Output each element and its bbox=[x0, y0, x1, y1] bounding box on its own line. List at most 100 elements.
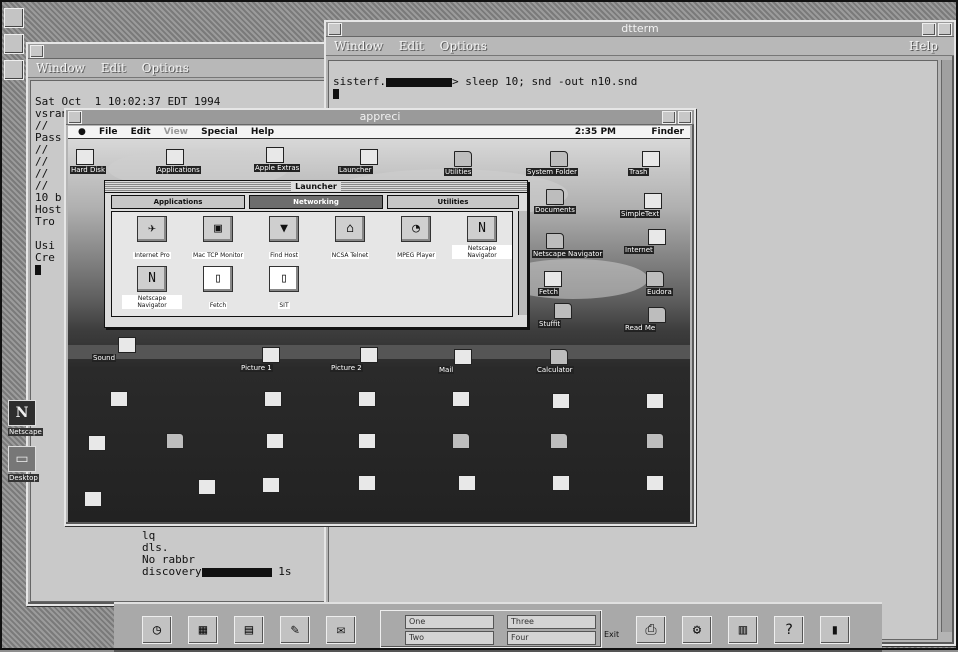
application-icon[interactable] bbox=[454, 349, 472, 365]
window-menu-button[interactable] bbox=[68, 111, 82, 124]
tab-applications[interactable]: Applications bbox=[111, 195, 245, 209]
launcher-item[interactable]: N Netscape Navigator bbox=[452, 216, 512, 261]
menu-options[interactable]: Options bbox=[142, 61, 189, 75]
document-icon[interactable] bbox=[264, 391, 282, 407]
minimize-button[interactable] bbox=[922, 23, 936, 36]
hard-disk-icon[interactable] bbox=[76, 149, 94, 165]
finder-label[interactable]: Finder bbox=[651, 126, 684, 138]
document-icon[interactable] bbox=[644, 193, 662, 209]
menu-window[interactable]: Window bbox=[36, 61, 85, 75]
document-icon[interactable] bbox=[358, 433, 376, 449]
menu-options[interactable]: Options bbox=[440, 39, 487, 53]
workspace-three-button[interactable]: Three bbox=[507, 615, 596, 629]
folder-icon[interactable] bbox=[546, 233, 564, 249]
launcher-title-bar[interactable]: Launcher bbox=[105, 181, 527, 193]
folder-icon[interactable] bbox=[550, 349, 568, 365]
document-icon[interactable] bbox=[266, 433, 284, 449]
document-icon[interactable] bbox=[458, 475, 476, 491]
trash-icon[interactable] bbox=[642, 151, 660, 167]
launcher-icon[interactable] bbox=[360, 149, 378, 165]
folder-icon[interactable] bbox=[646, 271, 664, 287]
style-manager-icon[interactable]: ⚙ bbox=[682, 616, 712, 644]
document-icon[interactable] bbox=[646, 475, 664, 491]
computer-icon[interactable] bbox=[648, 229, 666, 245]
document-icon[interactable] bbox=[84, 491, 102, 507]
menu-edit[interactable]: Edit bbox=[101, 61, 126, 75]
menu-view[interactable]: View bbox=[164, 127, 188, 137]
folder-icon[interactable] bbox=[648, 307, 666, 323]
document-icon[interactable] bbox=[118, 337, 136, 353]
folder-icon[interactable] bbox=[646, 433, 664, 449]
editor-icon[interactable]: ✎ bbox=[280, 616, 310, 644]
minimized-window-icon[interactable] bbox=[4, 8, 24, 28]
document-icon[interactable] bbox=[88, 435, 106, 451]
document-icon[interactable] bbox=[198, 479, 216, 495]
apple-extras-icon[interactable] bbox=[266, 147, 284, 163]
application-icon[interactable] bbox=[262, 347, 280, 363]
help-icon[interactable]: ? bbox=[774, 616, 804, 644]
window-title-bar[interactable]: appreci bbox=[66, 110, 694, 125]
printer-icon[interactable]: ⎙ bbox=[636, 616, 666, 644]
app-manager-icon[interactable]: ▥ bbox=[728, 616, 758, 644]
document-icon[interactable] bbox=[358, 475, 376, 491]
launcher-item[interactable]: ◔ MPEG Player bbox=[386, 216, 446, 261]
document-icon[interactable] bbox=[646, 393, 664, 409]
applications-icon[interactable] bbox=[166, 149, 184, 165]
folder-icon[interactable] bbox=[454, 151, 472, 167]
launcher-item[interactable]: ⌂ NCSA Telnet bbox=[320, 216, 380, 261]
menu-edit[interactable]: Edit bbox=[131, 127, 151, 137]
launcher-item[interactable]: ✈ Internet Pro bbox=[122, 216, 182, 261]
launcher-window[interactable]: Launcher Applications Networking Utiliti… bbox=[104, 180, 528, 328]
desktop-tile-icon[interactable]: ▭ bbox=[8, 446, 36, 472]
launcher-scrollbar[interactable] bbox=[518, 211, 527, 315]
workspace-one-button[interactable]: One bbox=[405, 615, 494, 629]
launcher-item[interactable]: ▣ Mac TCP Monitor bbox=[188, 216, 248, 261]
launcher-item[interactable]: ▯ SIT bbox=[254, 266, 314, 311]
maximize-button[interactable] bbox=[938, 23, 952, 36]
application-icon[interactable] bbox=[360, 347, 378, 363]
workspace-four-button[interactable]: Four bbox=[507, 631, 596, 645]
trash-icon[interactable]: ▮ bbox=[820, 616, 850, 644]
document-icon[interactable] bbox=[452, 391, 470, 407]
folder-icon[interactable] bbox=[166, 433, 184, 449]
folder-icon[interactable] bbox=[546, 189, 564, 205]
menu-help[interactable]: Help bbox=[251, 127, 274, 137]
document-icon[interactable] bbox=[262, 477, 280, 493]
launcher-item[interactable]: ▼ Find Host bbox=[254, 216, 314, 261]
menu-edit[interactable]: Edit bbox=[399, 39, 424, 53]
menu-window[interactable]: Window bbox=[334, 39, 383, 53]
scrollbar[interactable] bbox=[941, 60, 952, 632]
menu-help[interactable]: Help bbox=[909, 37, 938, 55]
netscape-tile-icon[interactable]: N bbox=[8, 400, 36, 426]
folder-icon[interactable] bbox=[550, 433, 568, 449]
minimized-window-icon[interactable] bbox=[4, 60, 24, 80]
folder-icon[interactable] bbox=[554, 303, 572, 319]
minimized-window-icon[interactable] bbox=[4, 34, 24, 54]
folder-icon[interactable] bbox=[452, 433, 470, 449]
document-icon[interactable] bbox=[110, 391, 128, 407]
apple-menu-icon[interactable]: ● bbox=[78, 127, 86, 137]
workspace-two-button[interactable]: Two bbox=[405, 631, 494, 645]
minimize-button[interactable] bbox=[662, 111, 676, 124]
calendar-icon[interactable]: ▦ bbox=[188, 616, 218, 644]
tab-networking[interactable]: Networking bbox=[249, 195, 383, 209]
window-title-bar[interactable] bbox=[28, 44, 334, 59]
tab-utilities[interactable]: Utilities bbox=[387, 195, 519, 209]
mac-emulator-window[interactable]: appreci ● File Edit View Special Help 2:… bbox=[64, 108, 696, 526]
mac-desktop[interactable]: Hard Disk Applications Apple Extras Laun… bbox=[68, 139, 690, 522]
menu-file[interactable]: File bbox=[99, 127, 117, 137]
clock-icon[interactable]: ◷ bbox=[142, 616, 172, 644]
maximize-button[interactable] bbox=[678, 111, 692, 124]
folder-icon[interactable] bbox=[550, 151, 568, 167]
exit-button[interactable]: Exit bbox=[604, 630, 619, 639]
document-icon[interactable] bbox=[552, 475, 570, 491]
document-icon[interactable] bbox=[552, 393, 570, 409]
mailer-icon[interactable]: ✉ bbox=[326, 616, 356, 644]
menu-special[interactable]: Special bbox=[201, 127, 238, 137]
launcher-item[interactable]: ▯ Fetch bbox=[188, 266, 248, 311]
document-icon[interactable] bbox=[544, 271, 562, 287]
launcher-item[interactable]: N Netscape Navigator bbox=[122, 266, 182, 311]
window-menu-button[interactable] bbox=[328, 23, 342, 36]
file-manager-icon[interactable]: ▤ bbox=[234, 616, 264, 644]
window-menu-button[interactable] bbox=[30, 45, 44, 58]
